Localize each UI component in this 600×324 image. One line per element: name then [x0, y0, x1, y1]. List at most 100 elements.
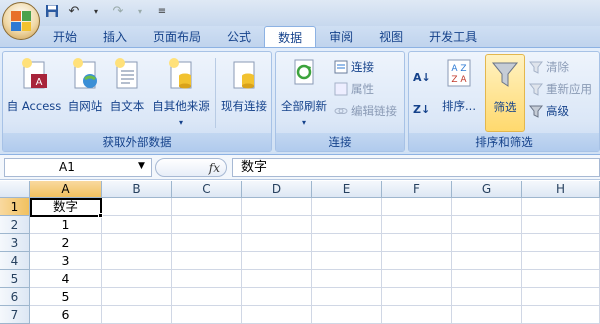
- grid-cell[interactable]: [172, 288, 242, 306]
- row-header[interactable]: 5: [0, 270, 30, 288]
- cell-a3[interactable]: 2: [30, 234, 102, 252]
- select-all-corner[interactable]: [0, 181, 30, 198]
- grid-cell[interactable]: [242, 234, 312, 252]
- grid-cell[interactable]: [102, 234, 172, 252]
- tab-home[interactable]: 开始: [40, 26, 90, 48]
- grid-cell[interactable]: [242, 288, 312, 306]
- sort-z-to-a-button[interactable]: Z↓: [413, 100, 430, 118]
- grid-cell[interactable]: [382, 252, 452, 270]
- grid-cell[interactable]: [452, 198, 522, 216]
- redo-icon[interactable]: ↷: [110, 4, 126, 20]
- row-header[interactable]: 3: [0, 234, 30, 252]
- column-header-b[interactable]: B: [102, 181, 172, 198]
- column-header-f[interactable]: F: [382, 181, 452, 198]
- existing-connections-button[interactable]: 现有连接: [217, 56, 271, 114]
- redo-dropdown-icon[interactable]: ▾: [132, 4, 148, 20]
- grid-cell[interactable]: [242, 306, 312, 324]
- column-header-e[interactable]: E: [312, 181, 382, 198]
- undo-icon[interactable]: ↶: [66, 4, 82, 20]
- grid-cell[interactable]: [172, 306, 242, 324]
- grid-cell[interactable]: [172, 216, 242, 234]
- column-header-d[interactable]: D: [242, 181, 312, 198]
- from-access-button[interactable]: A 自 Access: [5, 56, 63, 114]
- formula-input[interactable]: 数字: [232, 158, 600, 177]
- advanced-filter-button[interactable]: 高级: [528, 102, 569, 120]
- row-header[interactable]: 7: [0, 306, 30, 324]
- grid-cell[interactable]: [172, 234, 242, 252]
- fill-handle[interactable]: [98, 213, 103, 218]
- grid-cell[interactable]: [452, 234, 522, 252]
- cell-a5[interactable]: 4: [30, 270, 102, 288]
- grid-cell[interactable]: [522, 216, 600, 234]
- column-header-a[interactable]: A: [30, 181, 102, 198]
- grid-cell[interactable]: [522, 198, 600, 216]
- row-header[interactable]: 6: [0, 288, 30, 306]
- from-other-sources-button[interactable]: 自其他来源 ▾: [149, 56, 213, 127]
- grid-cell[interactable]: [172, 252, 242, 270]
- tab-formulas[interactable]: 公式: [214, 26, 264, 48]
- cell-a2[interactable]: 1: [30, 216, 102, 234]
- grid-cell[interactable]: [452, 270, 522, 288]
- grid-cell[interactable]: [522, 288, 600, 306]
- reapply-filter-button[interactable]: 重新应用: [528, 80, 592, 98]
- row-header[interactable]: 4: [0, 252, 30, 270]
- grid-cell[interactable]: [102, 270, 172, 288]
- grid-cell[interactable]: [312, 306, 382, 324]
- grid-cell[interactable]: [312, 216, 382, 234]
- cell-a6[interactable]: 5: [30, 288, 102, 306]
- tab-view[interactable]: 视图: [366, 26, 416, 48]
- name-box-dropdown-icon[interactable]: ▼: [138, 161, 145, 171]
- grid-cell[interactable]: [242, 216, 312, 234]
- connections-button[interactable]: 连接: [334, 58, 374, 76]
- from-text-button[interactable]: 自文本: [107, 56, 147, 114]
- from-web-button[interactable]: 自网站: [65, 56, 105, 114]
- grid-cell[interactable]: [522, 252, 600, 270]
- refresh-all-button[interactable]: 全部刷新 ▾: [278, 56, 330, 127]
- grid-cell[interactable]: [382, 306, 452, 324]
- grid-cell[interactable]: [382, 198, 452, 216]
- column-header-h[interactable]: H: [522, 181, 600, 198]
- grid-cell[interactable]: [172, 270, 242, 288]
- grid-cell[interactable]: [522, 270, 600, 288]
- grid-cell[interactable]: [242, 270, 312, 288]
- grid-cell[interactable]: [452, 216, 522, 234]
- grid-cell[interactable]: [312, 288, 382, 306]
- grid-cell[interactable]: [172, 198, 242, 216]
- grid-cell[interactable]: [522, 234, 600, 252]
- tab-insert[interactable]: 插入: [90, 26, 140, 48]
- tab-data[interactable]: 数据: [264, 26, 317, 48]
- grid-cell[interactable]: [102, 306, 172, 324]
- undo-dropdown-icon[interactable]: ▾: [88, 4, 104, 20]
- insert-function-button[interactable]: fx: [155, 158, 227, 177]
- grid-cell[interactable]: [102, 198, 172, 216]
- cell-a7[interactable]: 6: [30, 306, 102, 324]
- filter-button[interactable]: 筛选: [485, 54, 525, 132]
- customize-qat-icon[interactable]: ≡: [154, 4, 170, 20]
- grid-cell[interactable]: [522, 306, 600, 324]
- row-header[interactable]: 2: [0, 216, 30, 234]
- grid-cell[interactable]: [382, 288, 452, 306]
- sort-a-to-z-button[interactable]: A↓: [413, 68, 431, 86]
- grid-cell[interactable]: [452, 306, 522, 324]
- grid-cell[interactable]: [382, 234, 452, 252]
- sort-button[interactable]: A ZZ A 排序...: [439, 56, 479, 114]
- name-box[interactable]: A1: [4, 158, 152, 177]
- tab-page-layout[interactable]: 页面布局: [140, 26, 214, 48]
- grid-cell[interactable]: [312, 270, 382, 288]
- grid-cell[interactable]: [382, 270, 452, 288]
- edit-links-button[interactable]: 编辑链接: [334, 102, 397, 120]
- column-header-c[interactable]: C: [172, 181, 242, 198]
- office-button[interactable]: [2, 2, 40, 40]
- grid-cell[interactable]: [452, 288, 522, 306]
- tab-developer[interactable]: 开发工具: [416, 26, 490, 48]
- cell-a4[interactable]: 3: [30, 252, 102, 270]
- grid-cell[interactable]: [102, 288, 172, 306]
- grid-cell[interactable]: [102, 252, 172, 270]
- cell-a1[interactable]: 数字: [30, 198, 102, 216]
- grid-cell[interactable]: [312, 198, 382, 216]
- grid-cell[interactable]: [102, 216, 172, 234]
- clear-filter-button[interactable]: 清除: [528, 58, 569, 76]
- grid-cell[interactable]: [452, 252, 522, 270]
- save-icon[interactable]: [44, 4, 60, 20]
- tab-review[interactable]: 审阅: [316, 26, 366, 48]
